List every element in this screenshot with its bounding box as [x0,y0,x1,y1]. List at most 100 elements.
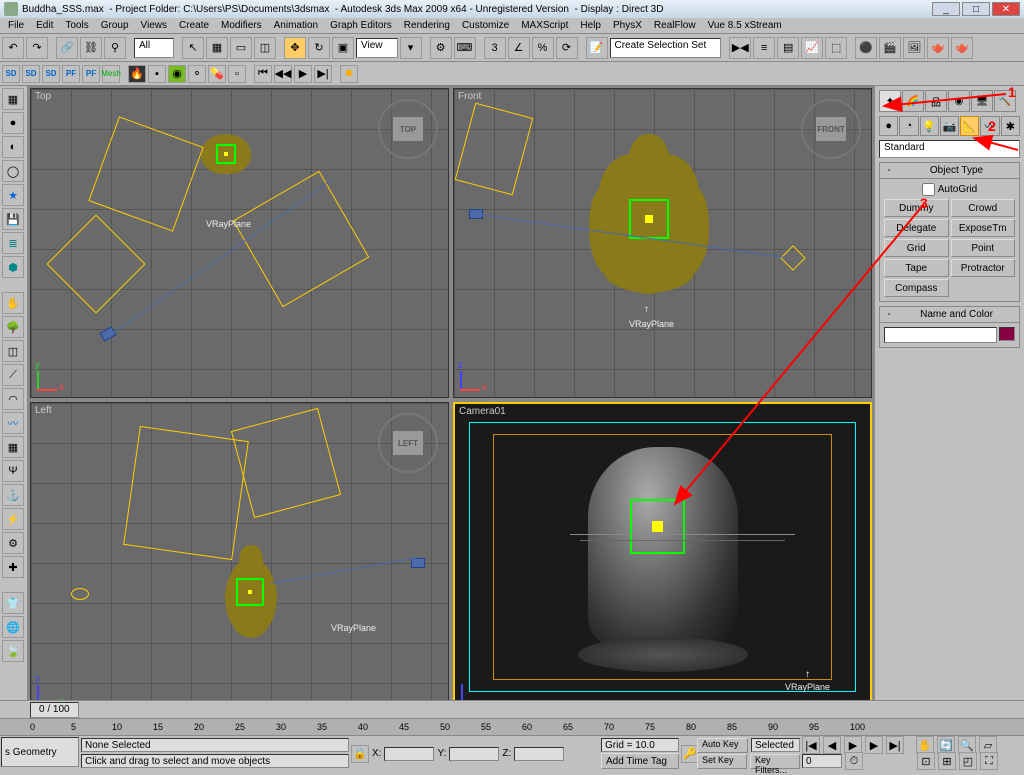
trident-icon[interactable]: Ψ [2,460,24,482]
rewind-icon[interactable]: ⏮ [254,65,272,83]
snap-icon[interactable]: 3 [484,37,506,59]
star-icon[interactable]: ★ [2,184,24,206]
y-coord[interactable] [449,747,499,761]
grid-button[interactable]: Grid [884,239,949,257]
viewport-top[interactable]: Top TOP VRayPlane yx [30,88,449,398]
torus-icon[interactable]: ◯ [2,160,24,182]
hand-icon[interactable]: ✋ [2,292,24,314]
arc-icon[interactable]: ◠ [2,388,24,410]
sd-icon[interactable]: SD [2,65,20,83]
time-slider[interactable]: 0 / 100 [0,700,1024,718]
current-frame[interactable]: 0 [802,754,842,768]
viewport-left[interactable]: Left LEFT VRayPlane zy [30,402,449,712]
ffwd-icon[interactable]: ▶| [314,65,332,83]
menu-group[interactable]: Group [95,19,135,32]
named-selection-set[interactable]: Create Selection Set [610,38,722,58]
autokey-button[interactable]: Auto Key [697,738,748,753]
time-scrub[interactable]: 0 / 100 [30,702,79,718]
time-tag-button[interactable]: Add Time Tag [601,753,679,769]
anchor-icon[interactable]: ⚓ [2,484,24,506]
goto-start-icon[interactable]: |◀ [802,736,820,754]
geometry-cat-icon[interactable]: ● [879,116,898,136]
prev-frame-icon[interactable]: ◀ [823,736,841,754]
balls-icon[interactable]: ⚬ [188,65,206,83]
render-frame-icon[interactable]: 🖼 [903,37,925,59]
cameras-cat-icon[interactable]: 📷 [940,116,959,136]
protractor-button[interactable]: Protractor [951,259,1016,277]
select-icon[interactable]: ↖ [182,37,204,59]
quad-icon[interactable]: ◫ [2,340,24,362]
z-coord[interactable] [514,747,564,761]
setkey-button[interactable]: Set Key [697,754,747,769]
max-toggle-icon[interactable]: ⛶ [980,752,998,770]
render-icon[interactable]: 🫖 [951,37,973,59]
helpers-cat-icon[interactable]: 📐 [960,116,979,136]
minimize-button[interactable]: _ [932,2,960,16]
viewport-camera[interactable]: Camera01 VRayPlane ↑ [453,402,872,712]
angle-snap-icon[interactable]: ∠ [508,37,530,59]
bind-icon[interactable]: ⚲ [104,37,126,59]
coord-system[interactable]: View [356,38,398,58]
unlink-icon[interactable]: ⛓ [80,37,102,59]
line-icon[interactable]: ⟋ [2,364,24,386]
curve-editor-icon[interactable]: 📈 [801,37,823,59]
schematic-icon[interactable]: ⬚ [825,37,847,59]
menu-physx[interactable]: PhysX [607,19,648,32]
viewcube-top[interactable]: TOP [378,99,438,159]
window-crossing-icon[interactable]: ◫ [254,37,276,59]
point-button[interactable]: Point [951,239,1016,257]
misc-icon[interactable]: ▫ [228,65,246,83]
quick-render-icon[interactable]: 🫖 [927,37,949,59]
percent-snap-icon[interactable]: % [532,37,554,59]
vue-icon[interactable]: ✹ [340,65,358,83]
menu-vue[interactable]: Vue 8.5 xStream [702,19,788,32]
pf2-icon[interactable]: PF [82,65,100,83]
sd3-icon[interactable]: SD [42,65,60,83]
pill-icon[interactable]: 💊 [208,65,226,83]
edit-set-icon[interactable]: 📝 [586,37,608,59]
prev-icon[interactable]: ◀◀ [274,65,292,83]
render-setup-icon[interactable]: 🎬 [879,37,901,59]
menu-customize[interactable]: Customize [456,19,515,32]
viewport-front[interactable]: Front FRONT VRayPlane ↑ zx [453,88,872,398]
object-name-input[interactable] [884,327,997,343]
rotate-icon[interactable]: ↻ [308,37,330,59]
menu-maxscript[interactable]: MAXScript [515,19,574,32]
subcategory-dropdown[interactable]: Standard [879,140,1020,158]
bolt-icon[interactable]: ⚡ [2,508,24,530]
shirt-icon[interactable]: 👕 [2,592,24,614]
menu-views[interactable]: Views [135,19,174,32]
align-icon[interactable]: ≡ [753,37,775,59]
scale-icon[interactable]: ▣ [332,37,354,59]
hierarchy-tab[interactable]: 品 [925,90,947,112]
lights-cat-icon[interactable]: 💡 [920,116,939,136]
keyfilters-button[interactable]: Key Filters... [750,754,800,769]
link-icon[interactable]: 🔗 [56,37,78,59]
menu-help[interactable]: Help [574,19,607,32]
nvidia-icon[interactable]: ◉ [168,65,186,83]
grid-icon[interactable]: ▦ [2,436,24,458]
create-tab[interactable]: ✦ [879,90,901,112]
plus-icon[interactable]: ✚ [2,556,24,578]
shapes-cat-icon[interactable]: ◔ [899,116,918,136]
zoom-extents-icon[interactable]: ⊞ [938,752,956,770]
material-icon[interactable]: ⚫ [855,37,877,59]
x-coord[interactable] [384,747,434,761]
region-zoom-icon[interactable]: ◰ [959,752,977,770]
undo-icon[interactable]: ↶ [2,37,24,59]
next-frame-icon[interactable]: ▶ [865,736,883,754]
wave-icon[interactable]: 〰 [2,412,24,434]
tree-icon[interactable]: 🌳 [2,316,24,338]
time-config-icon[interactable]: ⏱ [845,752,863,770]
shell-icon[interactable]: ◐ [2,136,24,158]
play-icon[interactable]: ▶ [294,65,312,83]
pf-icon[interactable]: PF [62,65,80,83]
select-name-icon[interactable]: ▦ [206,37,228,59]
maximize-button[interactable]: □ [962,2,990,16]
pivot-icon[interactable]: ▾ [400,37,422,59]
cylinder-icon[interactable]: ⬢ [2,256,24,278]
goto-end-icon[interactable]: ▶| [886,736,904,754]
object-color-swatch[interactable] [999,327,1015,341]
menu-rendering[interactable]: Rendering [398,19,456,32]
layers-icon[interactable]: ▤ [777,37,799,59]
